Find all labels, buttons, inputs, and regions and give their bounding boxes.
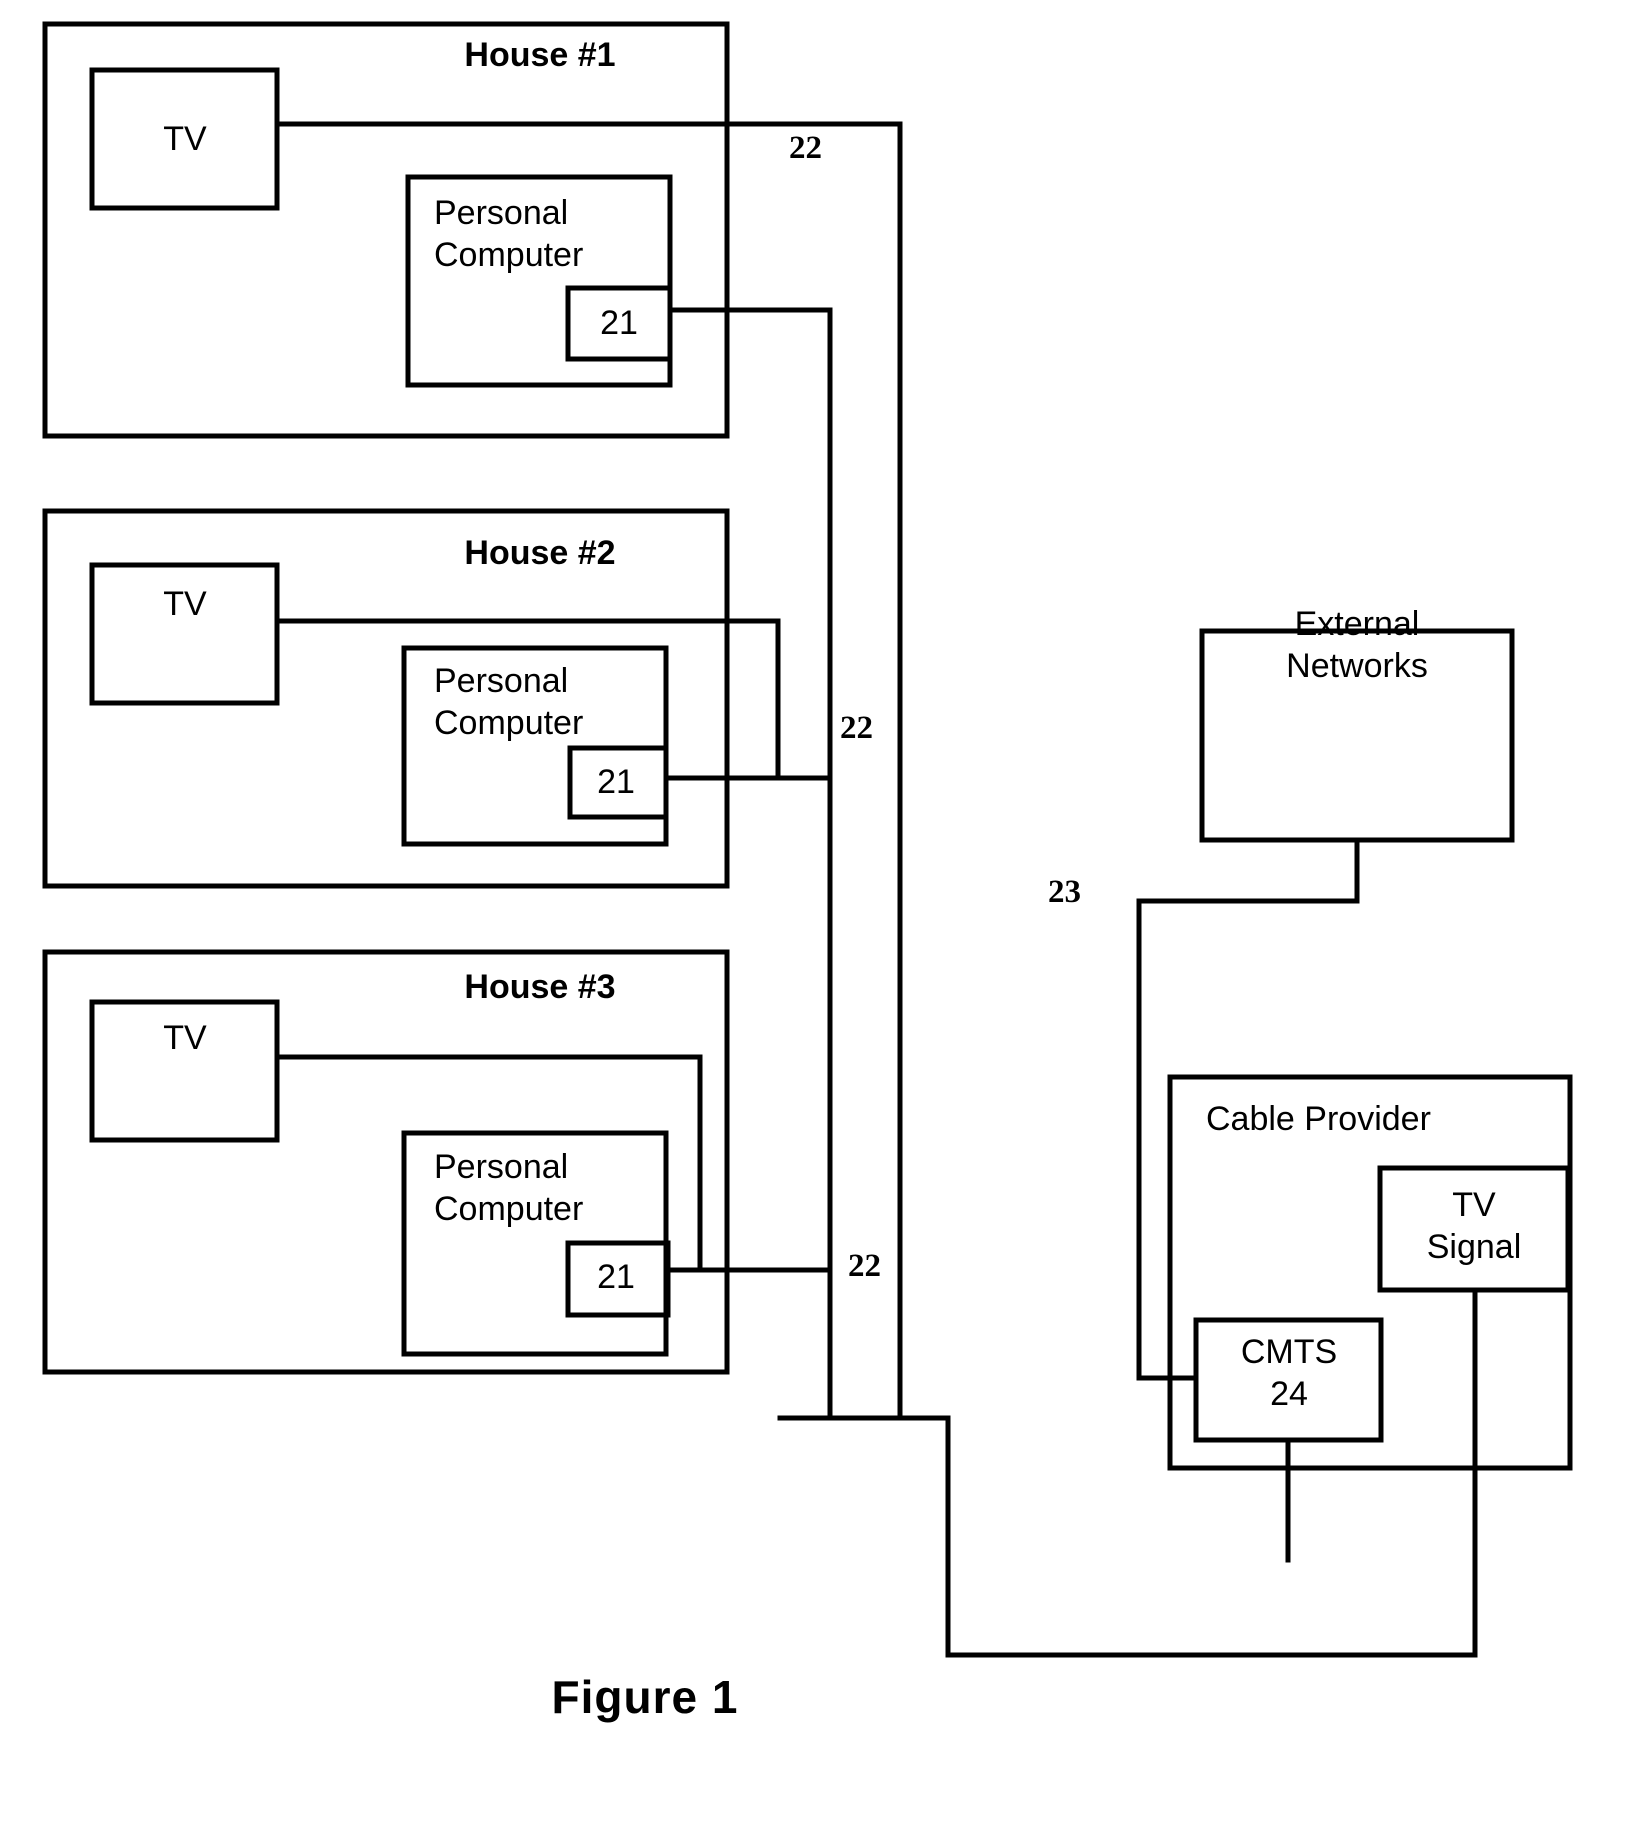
external-networks-label-line2: Networks [1286,647,1428,685]
trunk-house3-tv-drop [697,1054,833,1273]
patent-figure: House #1 TV Personal Computer 21 House #… [0,0,1628,1824]
house-2-pc-label-line2: Computer [434,704,584,742]
cable-provider-title: Cable Provider [1206,1100,1431,1138]
house-1-title: House #1 [464,36,616,74]
cable-ref-22-middle: 22 [840,710,873,746]
cmts-label: CMTS [1240,1333,1338,1371]
house-3-title: House #3 [464,968,616,1006]
house-1-pc-label-line1: Personal [434,194,569,232]
cable-ref-22-bottom: 22 [848,1248,881,1284]
house-2-title: House #2 [464,534,616,572]
house-1-modem-ref: 21 [600,304,638,342]
diagram-lines [42,21,1573,1658]
house-2-tv-label: TV [163,585,207,623]
house-3-pc-label-line1: Personal [434,1148,569,1186]
house-1-boundary [42,21,730,439]
figure-caption: Figure 1 [551,1671,739,1723]
trunk-to-provider-bottom [945,1415,1478,1658]
house-2-pc-label-line1: Personal [434,662,569,700]
house-3-modem-ref: 21 [597,1258,635,1296]
house-3-tv-label: TV [163,1019,207,1057]
house-3-boundary [42,949,730,1375]
house-3-pc-label-line2: Computer [434,1190,584,1228]
cable-ref-22-top: 22 [789,130,822,166]
external-networks-label-line1: External [1294,605,1420,643]
house-1-tv-label: TV [163,120,207,158]
trunk-house2-tv-drop [775,618,833,781]
house-2-modem-ref: 21 [597,763,635,801]
tv-signal-label-line2: Signal [1426,1228,1522,1266]
tv-signal-label-line1: TV [1452,1186,1496,1224]
cmts-ref-24: 24 [1270,1375,1308,1413]
house-1-pc-label-line2: Computer [434,236,584,274]
cable-provider-ref-23: 23 [1048,874,1081,910]
